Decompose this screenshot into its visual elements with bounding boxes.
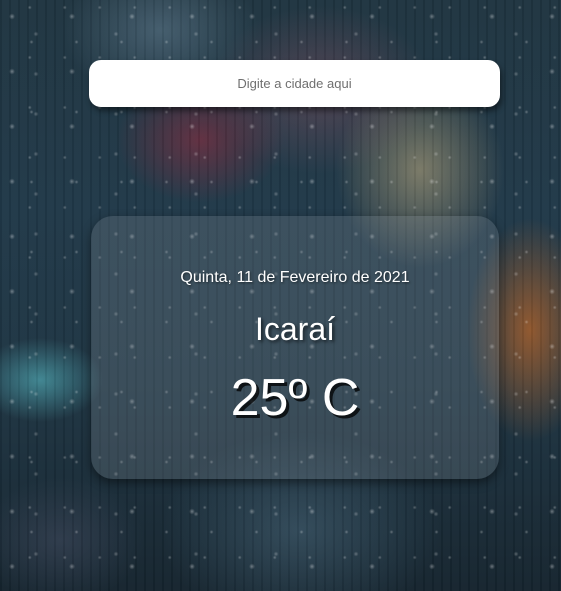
weather-location: Icaraí [254, 311, 336, 347]
city-search-input[interactable] [89, 60, 500, 107]
weather-card: Quinta, 11 de Fevereiro de 2021 Icaraí 2… [91, 216, 499, 479]
weather-temperature: 25º C [230, 369, 360, 427]
weather-date: Quinta, 11 de Fevereiro de 2021 [180, 269, 410, 286]
